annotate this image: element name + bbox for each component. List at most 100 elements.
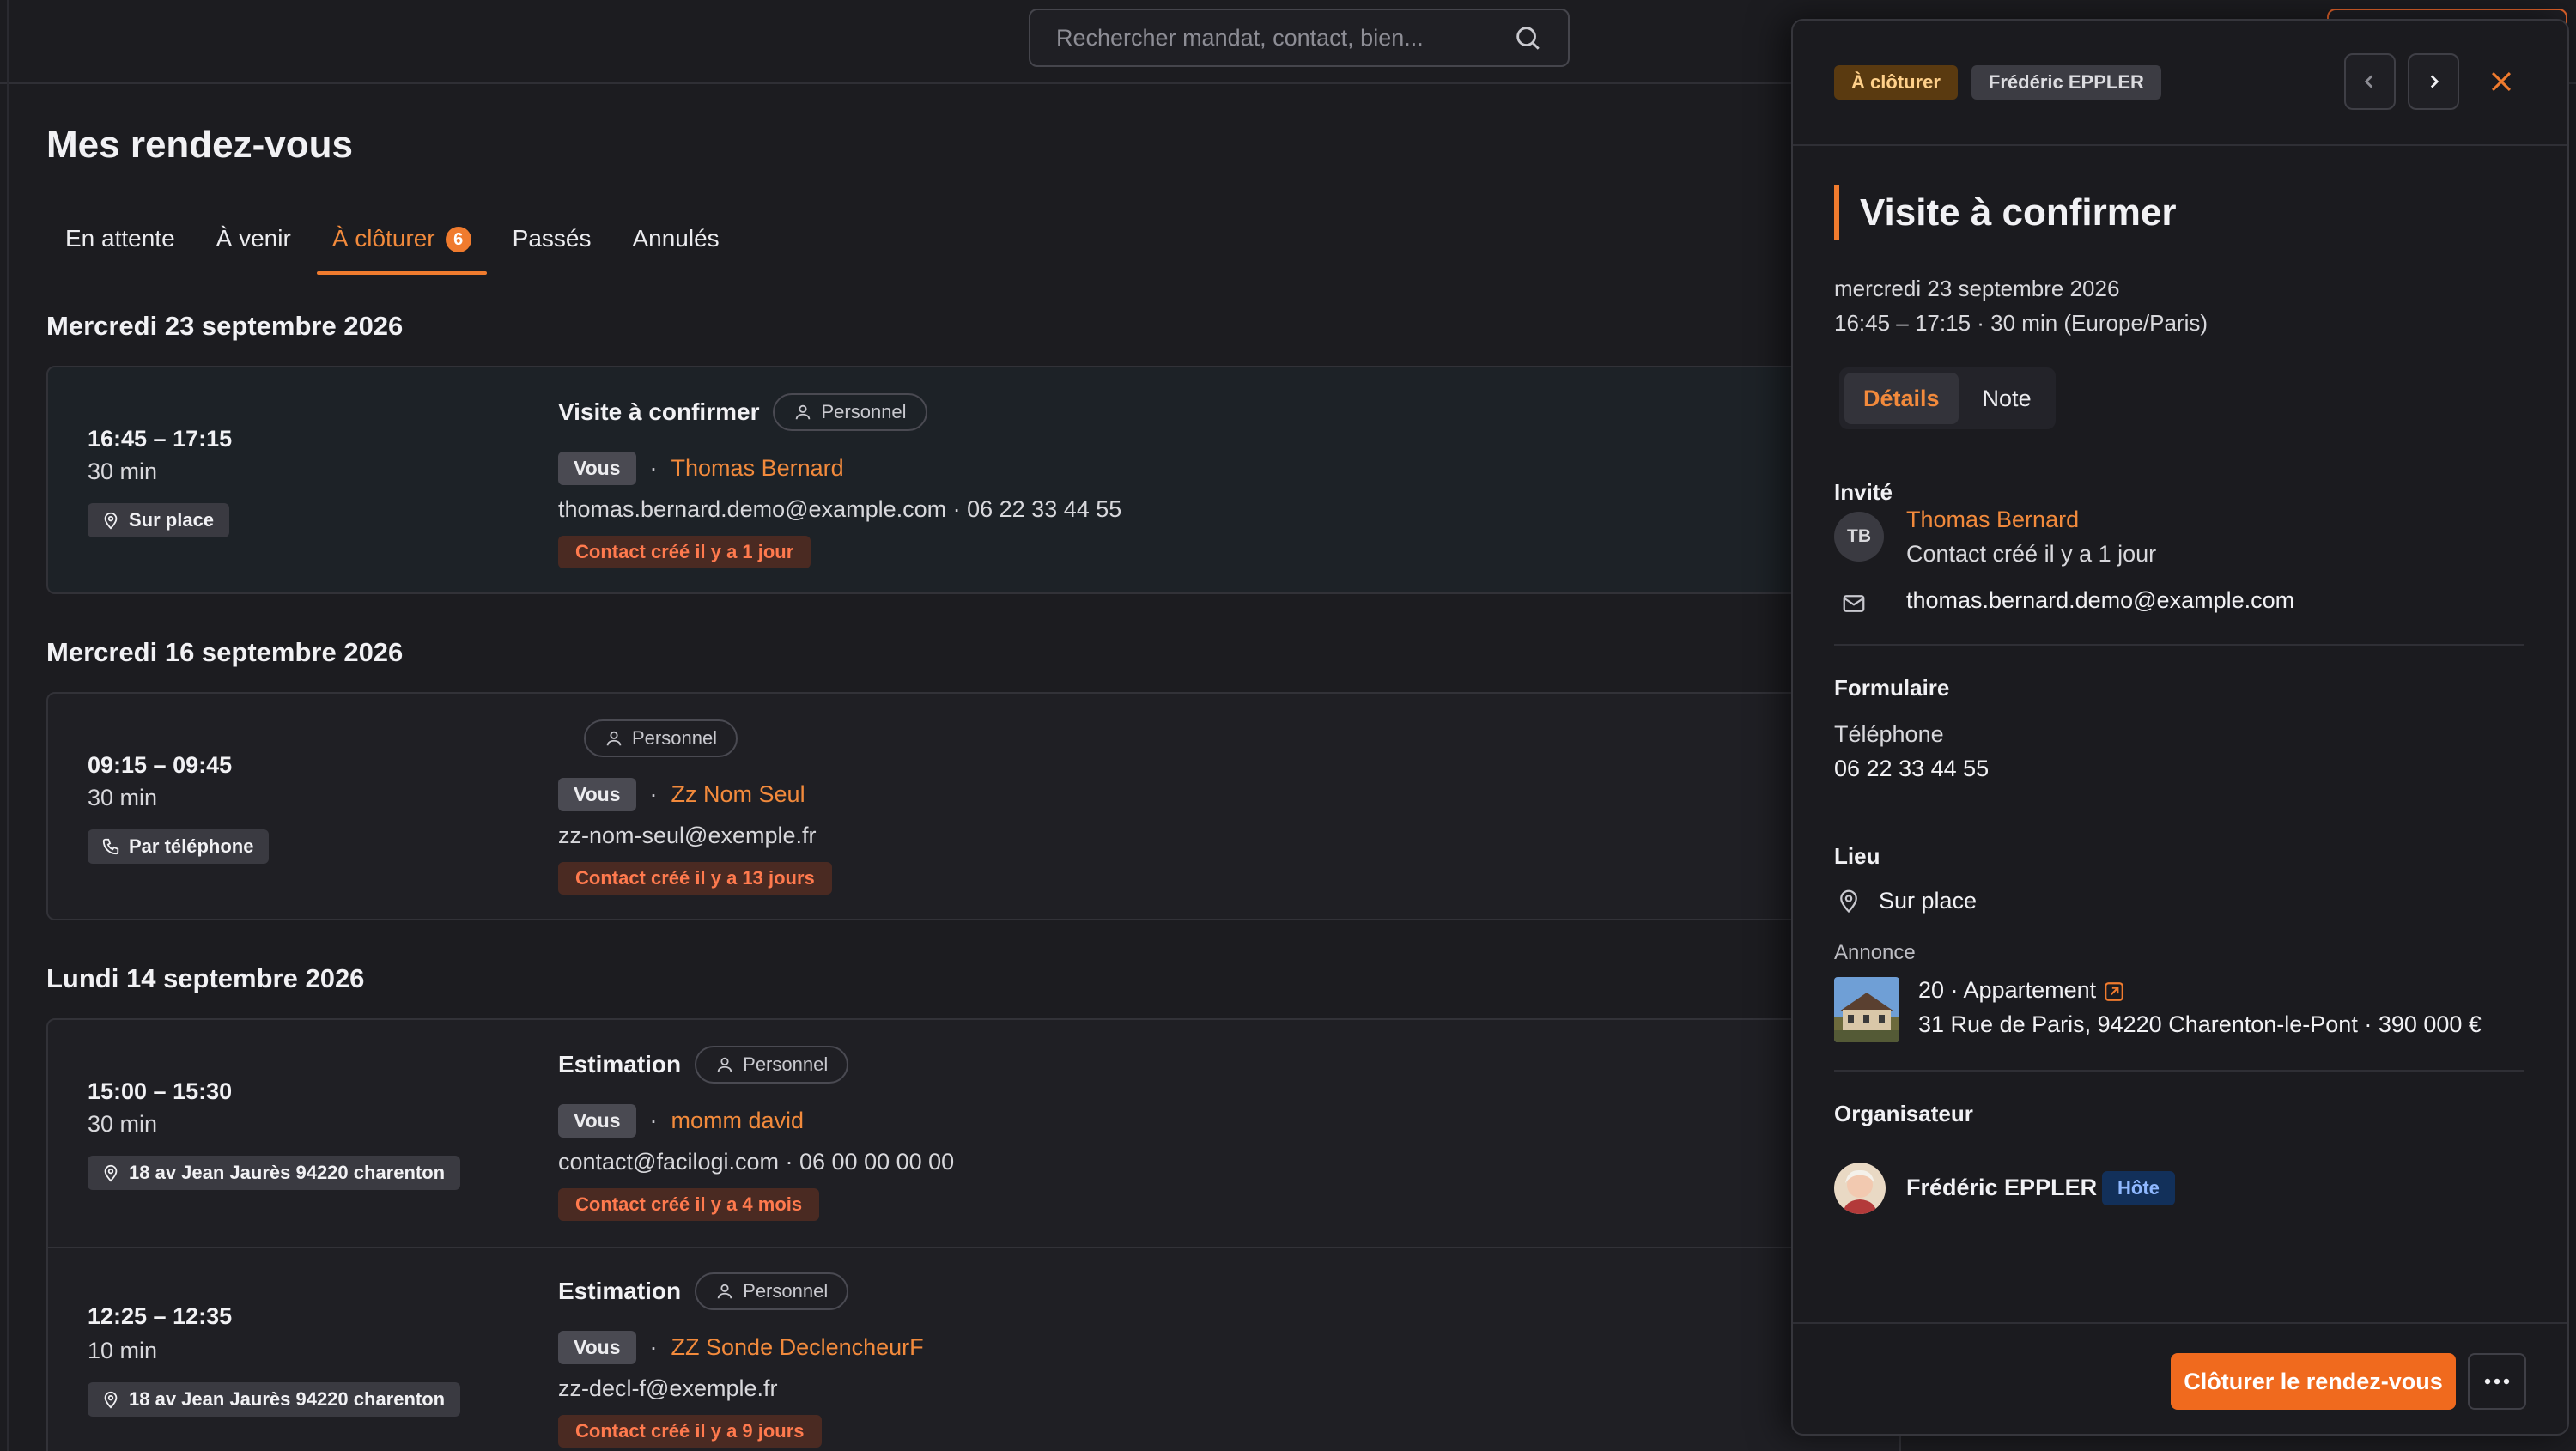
contact-created-badge: Contact créé il y a 4 mois [558,1188,820,1221]
separator: · [649,455,658,481]
you-badge: Vous [558,1104,636,1138]
tab-count-badge: 6 [445,227,471,252]
panel-date: mercredi 23 septembre 2026 [1834,276,2120,301]
contact-name-link[interactable]: momm david [671,1108,805,1134]
host-badge: Hôte [2102,1171,2175,1205]
person-photo-icon [1834,1163,1886,1214]
separator: · [649,1334,658,1360]
appointment-time: 12:25 – 12:35 [88,1303,233,1329]
contact-created-badge: Contact créé il y a 1 jour [558,536,811,568]
form-field-label: Téléphone [1834,721,1944,747]
place-value: Sur place [1879,888,1978,914]
organizer-heading: Organisateur [1834,1101,1973,1126]
more-options-button[interactable] [2468,1353,2526,1410]
previous-button[interactable] [2344,53,2396,110]
form-heading: Formulaire [1834,675,1950,701]
tab-a-venir[interactable]: À venir [196,216,312,275]
contact-details: thomas.bernard.demo@example.com · 06 22 … [558,496,1122,522]
contact-details: zz-decl-f@exemple.fr [558,1375,778,1401]
appointment-detail-panel: À clôturer Frédéric EPPLER Visite à conf… [1791,19,2569,1436]
mail-icon [1843,595,1865,612]
contact-details: zz-nom-seul@exemple.fr [558,823,817,848]
you-badge: Vous [558,778,636,811]
organizer-name: Frédéric EPPLER [1906,1175,2098,1200]
scope-pill: Personnel [773,393,927,431]
separator: · [649,1108,658,1133]
contact-name-link[interactable]: Zz Nom Seul [671,781,805,808]
appointment-card[interactable]: 16:45 – 17:15 30 min Sur place Visite à … [46,366,1901,594]
page-title: Mes rendez-vous [46,124,353,166]
user-icon [606,731,622,746]
external-link-icon[interactable] [2103,980,2125,1003]
listing-thumbnail[interactable] [1834,977,1899,1042]
location-badge: Sur place [88,503,230,537]
separator: · [649,781,658,807]
search-input[interactable]: Rechercher mandat, contact, bien... [1029,9,1570,67]
panel-time: 16:45 – 17:15 · 30 min (Europe/Paris) [1834,310,2208,336]
chevron-right-icon [2430,75,2439,88]
chevron-left-icon [2364,75,2373,88]
contact-row: Vous · momm david [558,1104,804,1138]
place-heading: Lieu [1834,843,1880,869]
tab-a-cloturer[interactable]: À clôturer 6 [312,216,492,275]
panel-footer: Clôturer le rendez-vous [1793,1322,2567,1434]
panel-tags: À clôturer Frédéric EPPLER [1834,65,2161,100]
phone-icon [102,838,119,855]
tab-en-attente[interactable]: En attente [45,216,196,275]
tab-note[interactable]: Note [1964,373,2050,424]
location-text: Sur place [129,509,215,531]
divider [1834,644,2524,646]
sidebar-edge [7,0,9,1451]
map-pin-icon [1840,889,1857,914]
invitee-name-link[interactable]: Thomas Bernard [1906,507,2079,533]
contact-name-link[interactable]: Thomas Bernard [671,455,844,482]
location-badge: Par téléphone [88,829,270,864]
close-button[interactable] [2483,64,2519,100]
map-pin-icon [104,1391,118,1409]
you-badge: Vous [558,452,636,485]
day-heading: Lundi 14 septembre 2026 [46,963,365,993]
appointment-title-row: Estimation Personnel [558,1272,849,1310]
panel-header: À clôturer Frédéric EPPLER [1793,21,2567,146]
appointment-card[interactable]: 12:25 – 12:35 10 min 18 av Jean Jaurès 9… [46,1248,1901,1451]
listing-label: Annonce [1834,941,1916,964]
contact-created-badge: Contact créé il y a 13 jours [558,862,832,895]
appointment-card[interactable]: 15:00 – 15:30 30 min 18 av Jean Jaurès 9… [46,1018,1901,1248]
form-field-value: 06 22 33 44 55 [1834,756,1990,781]
contact-row: Vous · Zz Nom Seul [558,778,805,811]
status-badge: À clôturer [1834,65,1958,100]
tab-label: En attente [65,225,175,252]
user-icon [717,1057,732,1072]
appointment-duration: 30 min [88,785,158,810]
appointment-duration: 30 min [88,458,158,484]
contact-row: Vous · Thomas Bernard [558,452,844,485]
invite-heading: Invité [1834,479,1893,505]
map-pin-icon [104,512,118,530]
location-text: Par téléphone [129,835,254,857]
tab-annules[interactable]: Annulés [611,216,739,275]
appointment-title-row: Visite à confirmer Personnel [558,393,927,431]
day-heading: Mercredi 23 septembre 2026 [46,311,404,341]
tab-details[interactable]: Détails [1844,373,1959,424]
invitee-email: thomas.bernard.demo@example.com [1906,587,2295,613]
next-button[interactable] [2408,53,2459,110]
tab-label: À clôturer [331,225,435,252]
appointment-time: 15:00 – 15:30 [88,1078,233,1104]
close-appointment-button[interactable]: Clôturer le rendez-vous [2171,1353,2456,1410]
appointment-time: 09:15 – 09:45 [88,752,233,778]
search-icon[interactable] [1513,23,1542,52]
contact-name-link[interactable]: ZZ Sonde DeclencheurF [671,1334,924,1361]
appointment-duration: 30 min [88,1111,158,1137]
panel-title: Visite à confirmer [1834,185,2176,240]
contact-created-badge: Contact créé il y a 9 jours [558,1415,822,1448]
scope-pill: Personnel [584,719,738,757]
appointment-time: 16:45 – 17:15 [88,426,233,452]
contact-row: Vous · ZZ Sonde DeclencheurF [558,1331,924,1364]
panel-tabs: Détails Note [1839,367,2056,429]
appointment-card[interactable]: 09:15 – 09:45 30 min Par téléphone Perso… [46,692,1901,920]
house-photo-icon [1834,977,1899,1042]
tab-passes[interactable]: Passés [492,216,612,275]
status-tabs: En attente À venir À clôturer 6 Passés An… [45,216,740,275]
listing-title-link[interactable]: 20 · Appartement [1918,977,2125,1004]
location-badge: 18 av Jean Jaurès 94220 charenton [88,1382,461,1417]
